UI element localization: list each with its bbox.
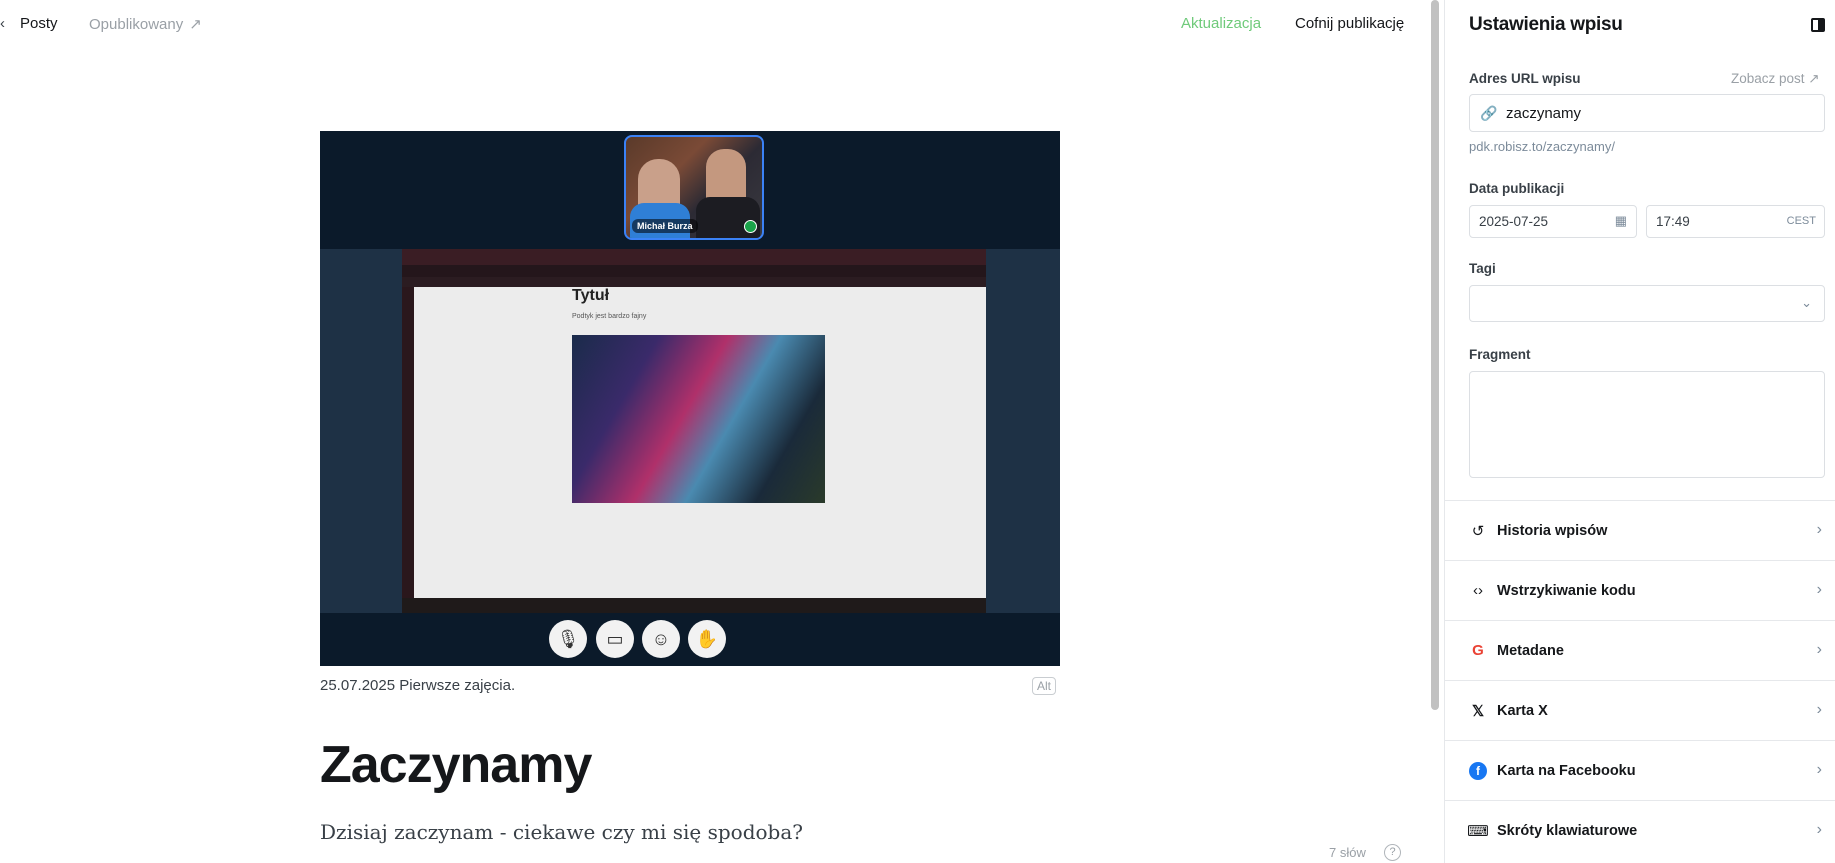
metadata-row-label: Metadane bbox=[1497, 642, 1564, 659]
post-excerpt[interactable]: Dzisiaj zaczynam - ciekawe czy mi się sp… bbox=[320, 820, 803, 844]
chevron-right-icon: › bbox=[1816, 701, 1822, 718]
post-status-label: Opublikowany bbox=[89, 15, 184, 33]
unpublish-button[interactable]: Cofnij publikację bbox=[1295, 15, 1404, 32]
settings-rows: ↺ Historia wpisów › ‹› Wstrzykiwanie kod… bbox=[1445, 500, 1835, 860]
participant-name: Michał Burza bbox=[632, 219, 698, 233]
keyboard-shortcuts-row[interactable]: ⌨ Skróty klawiaturowe › bbox=[1445, 800, 1835, 860]
participant-video-tile: Michał Burza bbox=[624, 135, 764, 240]
date-label: Data publikacji bbox=[1469, 181, 1565, 196]
shared-screen: Tytuł Podtyk jest bardzo fajny bbox=[402, 249, 986, 613]
facebook-card-row-label: Karta na Facebooku bbox=[1497, 762, 1636, 779]
back-arrow-icon[interactable]: ‹ bbox=[0, 15, 5, 32]
raise-hand-icon[interactable]: ✋ bbox=[688, 620, 726, 658]
post-settings-panel: Ustawienia wpisu Adres URL wpisu Zobacz … bbox=[1444, 0, 1835, 863]
editor-topbar: ‹ Posty Opublikowany ↗ Aktualizacja Cofn… bbox=[0, 0, 1442, 48]
history-row[interactable]: ↺ Historia wpisów › bbox=[1445, 500, 1835, 560]
url-slug-value: zaczynamy bbox=[1506, 105, 1582, 122]
x-card-row-label: Karta X bbox=[1497, 702, 1548, 719]
chevron-down-icon: ⌄ bbox=[1801, 295, 1812, 310]
time-input[interactable]: 17:49 CEST bbox=[1646, 205, 1825, 238]
feature-image[interactable]: Michał Burza Tytuł Podtyk jest bardzo fa… bbox=[320, 131, 1060, 666]
code-injection-row[interactable]: ‹› Wstrzykiwanie kodu › bbox=[1445, 560, 1835, 620]
shared-page-title: Tytuł bbox=[572, 287, 610, 304]
editor-canvas: ‹ Posty Opublikowany ↗ Aktualizacja Cofn… bbox=[0, 0, 1442, 863]
metadata-row[interactable]: G Metadane › bbox=[1445, 620, 1835, 680]
chevron-right-icon: › bbox=[1816, 641, 1822, 658]
timezone-label: CEST bbox=[1786, 215, 1816, 227]
facebook-icon: f bbox=[1469, 761, 1487, 780]
keyboard-icon: ⌨ bbox=[1467, 822, 1489, 840]
shared-sidebar bbox=[402, 287, 414, 598]
meeting-controls: 🎙 ▭ ☺ ✋ bbox=[320, 613, 1060, 666]
full-url-hint: pdk.robisz.to/zaczynamy/ bbox=[1469, 139, 1615, 154]
meeting-top-strip: Michał Burza bbox=[320, 131, 1060, 249]
shared-taskbar bbox=[402, 598, 986, 613]
x-logo-icon: 𝕏 bbox=[1471, 702, 1485, 720]
history-icon: ↺ bbox=[1471, 522, 1485, 540]
date-input[interactable]: 2025-07-25 ▦ bbox=[1469, 205, 1637, 238]
fragment-textarea[interactable] bbox=[1469, 371, 1825, 478]
settings-title: Ustawienia wpisu bbox=[1469, 14, 1623, 35]
emoji-icon[interactable]: ☺ bbox=[642, 620, 680, 658]
update-button[interactable]: Aktualizacja bbox=[1181, 15, 1261, 32]
screen-share-area: Tytuł Podtyk jest bardzo fajny bbox=[320, 249, 1060, 613]
participant-right-shirt bbox=[696, 197, 760, 238]
code-icon: ‹› bbox=[1473, 582, 1483, 599]
time-value: 17:49 bbox=[1656, 214, 1690, 229]
shared-page-image bbox=[572, 335, 825, 503]
editor-scrollbar[interactable] bbox=[1431, 0, 1439, 710]
keyboard-shortcuts-row-label: Skróty klawiaturowe bbox=[1497, 822, 1638, 839]
alt-text-button[interactable]: Alt bbox=[1032, 677, 1057, 695]
url-input[interactable]: 🔗 zaczynamy bbox=[1469, 94, 1825, 132]
facebook-card-row[interactable]: f Karta na Facebooku › bbox=[1445, 740, 1835, 800]
breadcrumb-posts[interactable]: Posty bbox=[20, 15, 58, 32]
calendar-icon[interactable]: ▦ bbox=[1615, 213, 1627, 229]
chevron-right-icon: › bbox=[1816, 761, 1822, 778]
fragment-label: Fragment bbox=[1469, 347, 1531, 362]
url-label: Adres URL wpisu bbox=[1469, 71, 1581, 86]
speaking-badge-icon bbox=[744, 220, 757, 233]
shared-browser-tabs bbox=[402, 249, 986, 265]
camera-off-icon[interactable]: ▭ bbox=[596, 620, 634, 658]
chevron-right-icon: › bbox=[1816, 521, 1822, 538]
image-caption[interactable]: 25.07.2025 Pierwsze zajęcia. bbox=[320, 677, 515, 694]
code-injection-row-label: Wstrzykiwanie kodu bbox=[1497, 582, 1636, 599]
external-link-icon: ↗ bbox=[189, 16, 202, 33]
link-icon: 🔗 bbox=[1480, 105, 1498, 121]
tags-select[interactable]: ⌄ bbox=[1469, 285, 1825, 322]
chevron-right-icon: › bbox=[1816, 581, 1822, 598]
google-icon: G bbox=[1472, 642, 1484, 659]
x-card-row[interactable]: 𝕏 Karta X › bbox=[1445, 680, 1835, 740]
history-row-label: Historia wpisów bbox=[1497, 522, 1608, 539]
shared-address-bar bbox=[402, 265, 986, 277]
tags-label: Tagi bbox=[1469, 261, 1496, 276]
date-value: 2025-07-25 bbox=[1479, 214, 1549, 229]
shared-bookmarks-bar bbox=[402, 277, 986, 287]
shared-page-subtitle: Podtyk jest bardzo fajny bbox=[572, 313, 647, 320]
mic-muted-icon[interactable]: 🎙 bbox=[549, 620, 587, 658]
chevron-right-icon: › bbox=[1816, 821, 1822, 838]
post-title[interactable]: Zaczynamy bbox=[320, 735, 592, 795]
post-status[interactable]: Opublikowany ↗ bbox=[89, 15, 202, 34]
sidebar-toggle-icon[interactable] bbox=[1811, 18, 1825, 32]
view-post-link[interactable]: Zobacz post ↗ bbox=[1731, 71, 1820, 87]
word-count: 7 słów bbox=[1329, 845, 1366, 860]
help-icon[interactable]: ? bbox=[1384, 844, 1401, 861]
